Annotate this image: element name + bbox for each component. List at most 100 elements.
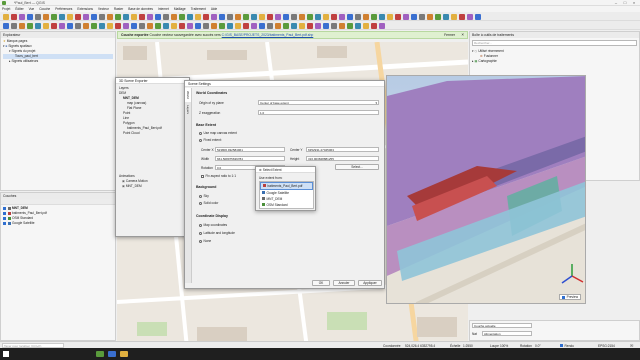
toolbar-tool-icon[interactable] <box>347 13 353 20</box>
toolbar-tool-icon[interactable] <box>19 13 25 20</box>
toolbar-tool-icon[interactable] <box>83 22 89 29</box>
opt-fixed-extent[interactable]: Fixed extent: <box>199 138 222 142</box>
toolbar-tool-icon[interactable] <box>403 13 409 20</box>
toolbar-tool-icon[interactable] <box>283 22 289 29</box>
toolbar-tool-icon[interactable] <box>219 13 225 20</box>
toolbar-tool-icon[interactable] <box>451 13 457 20</box>
toolbar-tool-icon[interactable] <box>339 13 345 20</box>
coord-value[interactable]: 524,026.4 6352795.4 <box>405 344 435 348</box>
opt-lat-lon[interactable]: Latitude and longitude <box>199 231 235 235</box>
explorer-item-user-bookmarks[interactable]: ▸ Signets utilisateurs <box>3 59 113 64</box>
toolbar-tool-icon[interactable] <box>3 22 9 29</box>
opt-canvas-extent[interactable]: Use map canvas extent <box>199 131 237 135</box>
toolbar-tool-icon[interactable] <box>235 22 241 29</box>
animation-item[interactable]: ▣ MNT_DEM <box>122 184 148 189</box>
toolbar-tool-icon[interactable] <box>275 13 281 20</box>
toolbar-tool-icon[interactable] <box>99 22 105 29</box>
scale-value[interactable]: 1:2550 <box>463 344 473 348</box>
message-close-link[interactable]: Fermer <box>444 33 455 37</box>
browser-taskbar-icon[interactable] <box>108 351 116 357</box>
toolbar-tool-icon[interactable] <box>227 13 233 20</box>
aspect-checkbox[interactable]: Fix aspect ratio to 1:1 <box>201 174 236 178</box>
toolbar-tool-icon[interactable] <box>283 13 289 20</box>
tab-layers[interactable]: Layers <box>185 102 191 117</box>
toolbar-tool-icon[interactable] <box>443 13 449 20</box>
toolbar-tool-icon[interactable] <box>59 13 65 20</box>
render-checkbox[interactable]: Rendu <box>560 344 574 348</box>
toolbar-tool-icon[interactable] <box>107 22 113 29</box>
toolbar-tool-icon[interactable] <box>171 13 177 20</box>
toolbar-tool-icon[interactable] <box>43 13 49 20</box>
layer-style-combo[interactable]: Couche actuelle <box>472 323 532 328</box>
toolbar-tool-icon[interactable] <box>467 13 473 20</box>
toolbar-tool-icon[interactable] <box>323 22 329 29</box>
origin-select[interactable]: Center of base extent ▾ <box>258 100 379 105</box>
toolbar-tool-icon[interactable] <box>51 22 57 29</box>
toolbar-tool-icon[interactable] <box>147 22 153 29</box>
toolbar-tool-icon[interactable] <box>35 22 41 29</box>
toolbar-tool-icon[interactable] <box>363 22 369 29</box>
layer-item[interactable]: Google Satellite <box>3 221 113 226</box>
tab-world[interactable]: World <box>185 88 191 102</box>
toolbar-tool-icon[interactable] <box>11 22 17 29</box>
toolbar-tool-icon[interactable] <box>379 13 385 20</box>
toolbar-tool-icon[interactable] <box>299 22 305 29</box>
toolbar-tool-icon[interactable] <box>139 22 145 29</box>
toolbar-tool-icon[interactable] <box>195 22 201 29</box>
crs-button[interactable]: EPSG:2154 <box>598 344 615 348</box>
toolbar-tool-icon[interactable] <box>147 13 153 20</box>
extent-list-item[interactable]: OSM Standard <box>260 202 313 208</box>
toolbar-tool-icon[interactable] <box>379 22 385 29</box>
folder-taskbar-icon[interactable] <box>120 351 128 357</box>
toolbar-tool-icon[interactable] <box>67 22 73 29</box>
toolbar-tool-icon[interactable] <box>323 13 329 20</box>
center-y-input[interactable]: 6352931.27045063 <box>306 147 379 152</box>
toolbar-tool-icon[interactable] <box>387 13 393 20</box>
toolbar-tool-icon[interactable] <box>179 13 185 20</box>
toolbar-tool-icon[interactable] <box>27 22 33 29</box>
toolbar-tool-icon[interactable] <box>331 13 337 20</box>
toolbar-tool-icon[interactable] <box>395 13 401 20</box>
toolbar-tool-icon[interactable] <box>307 22 313 29</box>
height-input[interactable]: 316.903848881255 <box>306 156 379 161</box>
toolbar-tool-icon[interactable] <box>75 22 81 29</box>
magnifier-value[interactable]: 100% <box>500 344 508 348</box>
toolbar-tool-icon[interactable] <box>195 13 201 20</box>
toolbar-tool-icon[interactable] <box>275 22 281 29</box>
toolbar-tool-icon[interactable] <box>91 13 97 20</box>
toolbar-tool-icon[interactable] <box>155 22 161 29</box>
export-tree-item[interactable]: Point Cloud <box>119 131 162 136</box>
3d-scene-view[interactable]: Preview <box>386 75 586 304</box>
toolbar-tool-icon[interactable] <box>419 13 425 20</box>
toolbar-tool-icon[interactable] <box>371 22 377 29</box>
toolbar-tool-icon[interactable] <box>251 13 257 20</box>
toolbar-tool-icon[interactable] <box>299 13 305 20</box>
processing-search[interactable]: Rechercher... <box>472 40 637 46</box>
message-close-icon[interactable]: × <box>461 32 464 37</box>
toolbar-tool-icon[interactable] <box>203 22 209 29</box>
toolbar-tool-icon[interactable] <box>187 22 193 29</box>
toolbar-tool-icon[interactable] <box>339 22 345 29</box>
toolbar-tool-icon[interactable] <box>19 22 25 29</box>
center-x-input[interactable]: 523806.932584961 <box>215 147 285 152</box>
toolbar-tool-icon[interactable] <box>307 13 313 20</box>
apply-button[interactable]: Appliquer <box>358 280 382 286</box>
extent-list-item[interactable]: batiments_Paul_Bert.pdf <box>260 182 313 190</box>
toolbar-tool-icon[interactable] <box>459 13 465 20</box>
toolbar-tool-icon[interactable] <box>411 13 417 20</box>
toolbar-tool-icon[interactable] <box>267 22 273 29</box>
opt-solid-color[interactable]: Solid color <box>199 201 218 205</box>
processing-item-cartography[interactable]: ▸ ▦ Cartographie <box>472 59 637 64</box>
toolbar-tool-icon[interactable] <box>83 13 89 20</box>
toolbar-tool-icon[interactable] <box>219 22 225 29</box>
width-input[interactable]: 661.508975639784 <box>215 156 285 161</box>
toolbar-tool-icon[interactable] <box>371 13 377 20</box>
preview-checkbox[interactable]: Preview <box>559 294 581 300</box>
toolbar-tool-icon[interactable] <box>435 13 441 20</box>
toolbar-tool-icon[interactable] <box>43 22 49 29</box>
toolbar-tool-icon[interactable] <box>259 22 265 29</box>
toolbar-tool-icon[interactable] <box>131 13 137 20</box>
select-extent-button[interactable]: Select... <box>335 164 379 170</box>
toolbar-tool-icon[interactable] <box>11 13 17 20</box>
toolbar-tool-icon[interactable] <box>99 13 105 20</box>
